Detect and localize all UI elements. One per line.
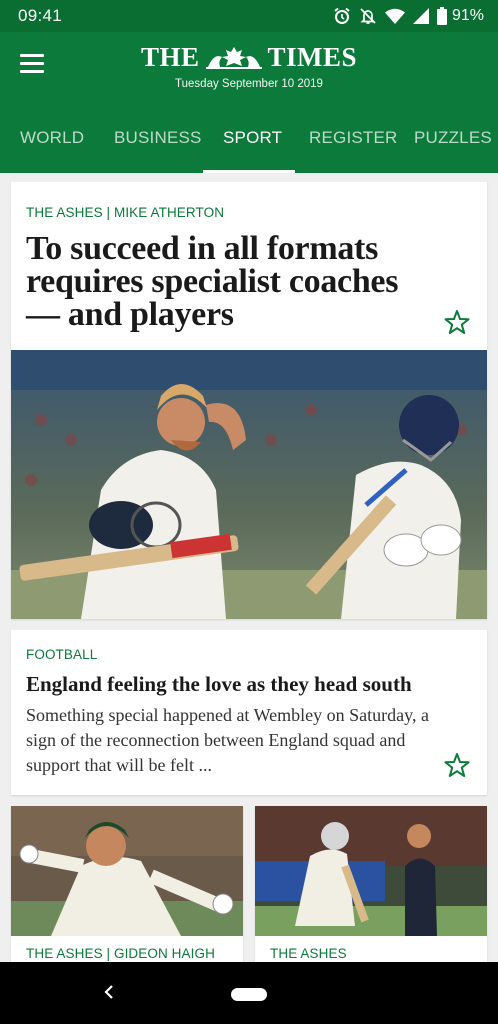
- gideon-haigh-kicker: THE ASHES | GIDEON HAIGH: [26, 946, 215, 961]
- wifi-icon: [384, 8, 405, 24]
- gideon-haigh-article-tile[interactable]: THE ASHES | GIDEON HAIGH: [11, 806, 243, 966]
- ashes-article-tile[interactable]: THE ASHES: [255, 806, 487, 966]
- section-tabs: WORLD BUSINESS SPORT REGISTER PUZZLES: [0, 120, 498, 173]
- status-icons: 91%: [333, 7, 484, 25]
- system-navigation-bar: [0, 962, 498, 1024]
- status-bar: 09:41 91%: [0, 0, 498, 32]
- lead-article-card[interactable]: THE ASHES | MIKE ATHERTON To succeed in …: [11, 182, 487, 619]
- batsman-in-nets-photo[interactable]: [255, 806, 487, 936]
- alarm-icon: [333, 7, 351, 25]
- cricketers-walking-off-photo[interactable]: [11, 350, 487, 619]
- home-pill-button[interactable]: [231, 988, 267, 1001]
- tab-sport[interactable]: SPORT: [223, 128, 282, 148]
- battery-percent: 91%: [451, 7, 484, 24]
- bookmark-star-icon[interactable]: [444, 752, 470, 778]
- masthead: THE TIMES Tuesday September 10 2019: [0, 42, 498, 90]
- ashes-tile-kicker: THE ASHES: [270, 946, 347, 961]
- football-article-kicker: FOOTBALL: [26, 647, 98, 662]
- lead-article-kicker: THE ASHES | MIKE ATHERTON: [26, 205, 225, 220]
- bookmark-star-icon[interactable]: [444, 309, 470, 335]
- masthead-title-left: THE: [140, 42, 200, 72]
- lead-article-headline[interactable]: To succeed in all formats requires speci…: [26, 232, 426, 332]
- masthead-title-right: TIMES: [267, 42, 358, 72]
- app-header: THE TIMES Tuesday September 10 2019 WORL…: [0, 32, 498, 173]
- australian-bowler-celebrating-photo[interactable]: [11, 806, 243, 936]
- mute-icon: [359, 7, 377, 25]
- edition-date: Tuesday September 10 2019: [175, 78, 323, 90]
- royal-crest-icon: [205, 46, 262, 69]
- football-article-card[interactable]: FOOTBALL England feeling the love as the…: [11, 630, 487, 795]
- tab-world[interactable]: WORLD: [20, 128, 84, 148]
- active-tab-indicator: [203, 170, 295, 173]
- tab-register[interactable]: REGISTER: [309, 128, 398, 148]
- status-time: 09:41: [18, 6, 63, 25]
- masthead-logo: THE TIMES: [141, 42, 357, 73]
- tab-puzzles[interactable]: PUZZLES: [414, 128, 492, 148]
- signal-icon: [412, 8, 429, 24]
- football-article-headline[interactable]: England feeling the love as they head so…: [26, 671, 466, 697]
- back-chevron-icon[interactable]: [98, 980, 120, 1004]
- football-article-standfirst: Something special happened at Wembley on…: [26, 705, 429, 775]
- tab-business[interactable]: BUSINESS: [114, 128, 202, 148]
- battery-icon: [436, 7, 447, 25]
